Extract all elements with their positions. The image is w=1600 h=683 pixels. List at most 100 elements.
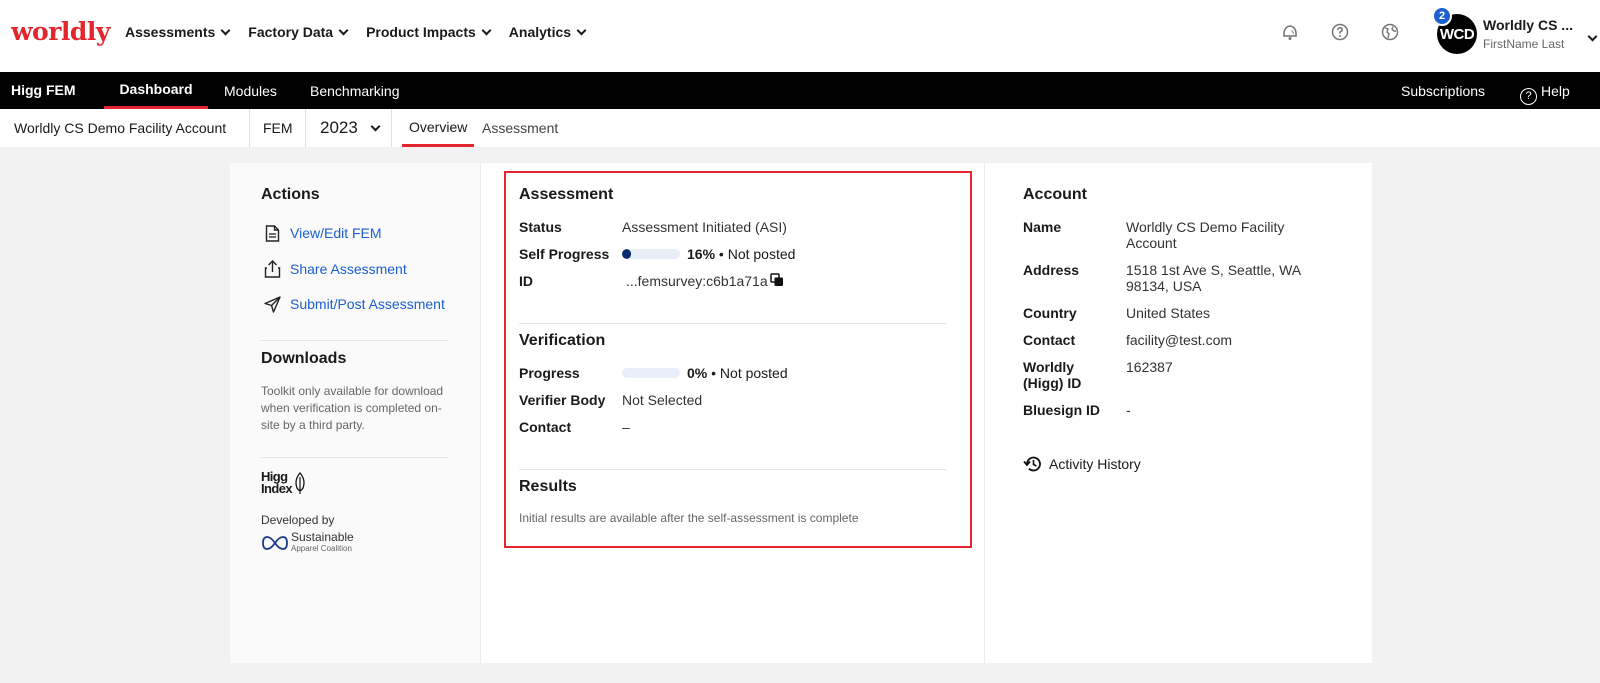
tab-benchmarking[interactable]: Benchmarking xyxy=(310,83,400,99)
menu-label: Assessments xyxy=(125,24,216,40)
action-label: Submit/Post Assessment xyxy=(290,296,445,312)
self-progress-label: Self Progress xyxy=(519,246,610,262)
menu-label: Analytics xyxy=(508,24,572,40)
submit-post-assessment-link[interactable]: Submit/Post Assessment xyxy=(263,295,445,313)
module-label: FEM xyxy=(263,120,293,136)
user-menu-chevron[interactable] xyxy=(1582,27,1598,45)
verification-progress-value: 0% • Not posted xyxy=(687,365,788,381)
chevron-down-icon xyxy=(338,25,349,35)
main-menu: Assessments Factory Data Product Impacts… xyxy=(125,24,604,40)
user-avatar-wrap[interactable]: WCD 2 xyxy=(1432,6,1477,54)
utility-icons xyxy=(1280,22,1400,42)
worldly-logo[interactable]: worldly xyxy=(11,17,110,46)
tab-dashboard[interactable]: Dashboard xyxy=(104,72,208,109)
actions-heading: Actions xyxy=(261,186,320,203)
tab-assessment[interactable]: Assessment xyxy=(482,109,558,147)
year-value: 2023 xyxy=(320,118,358,137)
action-label: Share Assessment xyxy=(290,261,407,277)
menu-product-impacts[interactable]: Product Impacts xyxy=(366,24,492,40)
chevron-down-icon xyxy=(481,25,492,35)
help-label: Help xyxy=(1541,83,1570,99)
copy-icon[interactable] xyxy=(770,273,784,292)
help-circle-icon[interactable] xyxy=(1330,22,1350,42)
bluesign-id: - xyxy=(1126,402,1131,418)
globe-icon[interactable] xyxy=(1380,22,1400,42)
chevron-down-icon xyxy=(220,25,231,35)
product-title[interactable]: Higg FEM xyxy=(11,82,76,98)
verification-progress-pct: 0% xyxy=(687,365,708,381)
self-progress-fill xyxy=(622,249,632,259)
verifier-body-label: Verifier Body xyxy=(519,392,606,408)
tab-overview[interactable]: Overview xyxy=(402,109,475,147)
assessment-heading: Assessment xyxy=(519,186,614,203)
activity-history-link[interactable]: Activity History xyxy=(1023,455,1141,473)
separator xyxy=(249,109,250,147)
subscriptions-link[interactable]: Subscriptions xyxy=(1401,83,1485,99)
higg-index-logo: Higg Index xyxy=(261,470,307,495)
account-country-label: Country xyxy=(1023,305,1077,321)
self-progress-state: • Not posted xyxy=(718,246,796,262)
action-label: View/Edit FEM xyxy=(290,225,382,241)
menu-factory-data[interactable]: Factory Data xyxy=(248,24,349,40)
account-heading: Account xyxy=(1023,186,1087,203)
menu-label: Factory Data xyxy=(248,24,334,40)
verification-progress-bar xyxy=(622,368,680,378)
downloads-note: Toolkit only available for download when… xyxy=(261,384,444,432)
leaf-icon xyxy=(295,472,305,494)
assessment-status: Assessment Initiated (ASI) xyxy=(622,219,787,235)
divider xyxy=(519,469,946,470)
document-icon xyxy=(263,224,281,242)
results-note: Initial results are available after the … xyxy=(519,511,859,525)
chevron-down-icon xyxy=(370,121,381,131)
verification-contact: – xyxy=(622,419,630,435)
divider xyxy=(519,323,946,324)
send-icon xyxy=(263,295,281,313)
account-contact: facility@test.com xyxy=(1126,332,1233,348)
self-progress-value: 16% • Not posted xyxy=(687,246,795,262)
menu-label: Product Impacts xyxy=(366,24,476,40)
notification-bell-icon[interactable] xyxy=(1280,22,1300,42)
separator xyxy=(391,109,392,147)
year-select[interactable]: 2023 xyxy=(320,109,381,147)
divider xyxy=(261,340,449,341)
help-link[interactable]: ? Help xyxy=(1520,83,1570,105)
menu-assessments[interactable]: Assessments xyxy=(125,24,231,40)
divider xyxy=(261,457,449,458)
status-label: Status xyxy=(519,219,562,235)
downloads-heading: Downloads xyxy=(261,350,347,367)
results-heading: Results xyxy=(519,478,577,495)
verification-progress-state: • Not posted xyxy=(711,365,788,381)
product-bar: Higg FEM Dashboard Modules Benchmarking … xyxy=(0,72,1600,109)
developed-by-label: Developed by xyxy=(261,513,335,527)
verification-heading: Verification xyxy=(519,332,606,349)
history-icon xyxy=(1023,456,1041,472)
account-name: Worldly CS Demo Facility Account xyxy=(1126,219,1285,251)
chevron-down-icon xyxy=(576,25,587,35)
partner-subname: Apparel Coalition xyxy=(291,544,352,553)
view-edit-fem-link[interactable]: View/Edit FEM xyxy=(263,224,382,242)
self-progress-pct: 16% xyxy=(687,246,716,262)
chevron-down-icon xyxy=(1587,31,1598,42)
worldly-id: 162387 xyxy=(1126,359,1173,375)
help-icon: ? xyxy=(1520,87,1537,105)
account-contact-label: Contact xyxy=(1023,332,1076,348)
facility-account-name: Worldly CS Demo Facility Account xyxy=(14,120,227,136)
user-name[interactable]: Worldly CS ... xyxy=(1483,17,1573,33)
share-icon xyxy=(263,260,281,278)
id-label: ID xyxy=(519,273,533,289)
context-bar: Worldly CS Demo Facility Account FEM 202… xyxy=(0,109,1600,147)
assessment-id: ...femsurvey:c6b1a71a xyxy=(626,273,768,289)
partner-name: Sustainable xyxy=(291,530,354,544)
infinity-icon xyxy=(262,536,288,550)
notification-count-badge: 2 xyxy=(1432,6,1452,26)
self-progress-bar xyxy=(622,249,680,259)
menu-analytics[interactable]: Analytics xyxy=(508,24,587,40)
verification-contact-label: Contact xyxy=(519,419,572,435)
worldly-id-label: Worldly (Higg) ID xyxy=(1023,359,1082,391)
separator xyxy=(305,109,306,147)
account-country: United States xyxy=(1126,305,1211,321)
tab-modules[interactable]: Modules xyxy=(224,83,277,99)
account-name-label: Name xyxy=(1023,219,1062,235)
share-assessment-link[interactable]: Share Assessment xyxy=(263,260,407,278)
top-navigation: worldly Assessments Factory Data Product… xyxy=(0,0,1600,72)
